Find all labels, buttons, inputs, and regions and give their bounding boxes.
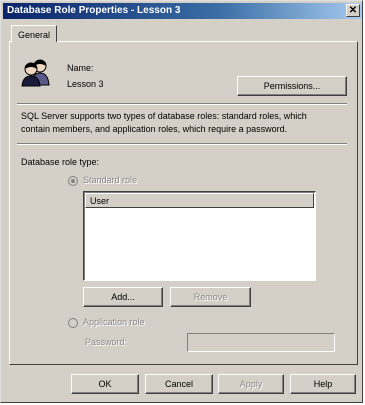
separator-mid: [17, 143, 347, 145]
help-button[interactable]: Help: [290, 374, 356, 394]
members-list[interactable]: User: [83, 191, 316, 281]
application-role-label: Application role: [83, 317, 145, 327]
close-icon: ✕: [348, 5, 358, 16]
apply-button-label: Apply: [239, 379, 263, 389]
list-header-user-label: User: [90, 196, 110, 206]
add-button[interactable]: Add...: [83, 287, 163, 307]
cancel-button-label: Cancel: [164, 379, 193, 389]
application-role-radio[interactable]: [68, 318, 78, 328]
title-bar[interactable]: Database Role Properties - Lesson 3 ✕: [3, 3, 362, 19]
tab-general[interactable]: General: [11, 25, 57, 42]
standard-role-radio[interactable]: [68, 176, 78, 186]
help-button-label: Help: [313, 379, 333, 389]
name-value: Lesson 3: [67, 79, 104, 89]
ok-button-label: OK: [98, 379, 112, 389]
users-group-icon: [21, 59, 50, 87]
standard-role-label: Standard role: [83, 175, 138, 185]
permissions-button-label: Permissions...: [263, 81, 321, 91]
close-button[interactable]: ✕: [346, 4, 360, 17]
dialog-window: Database Role Properties - Lesson 3 ✕ Ge…: [0, 0, 363, 403]
password-field[interactable]: [187, 333, 335, 352]
description-line-2: contain members, and application roles, …: [21, 124, 288, 134]
remove-button[interactable]: Remove: [170, 287, 251, 307]
list-header-user[interactable]: User: [85, 193, 314, 208]
description-line-1: SQL Server supports two types of databas…: [21, 111, 307, 121]
window-title: Database Role Properties - Lesson 3: [7, 5, 181, 16]
tab-general-label: General: [18, 30, 51, 40]
role-type-label: Database role type:: [21, 157, 100, 167]
remove-button-label: Remove: [193, 292, 228, 302]
password-label: Password:: [85, 337, 128, 347]
add-button-label: Add...: [111, 292, 135, 302]
cancel-button[interactable]: Cancel: [145, 374, 213, 394]
permissions-button[interactable]: Permissions...: [237, 76, 347, 96]
ok-button[interactable]: OK: [71, 374, 139, 394]
name-label: Name:: [67, 63, 94, 73]
apply-button[interactable]: Apply: [218, 374, 284, 394]
separator-top: [17, 103, 347, 105]
